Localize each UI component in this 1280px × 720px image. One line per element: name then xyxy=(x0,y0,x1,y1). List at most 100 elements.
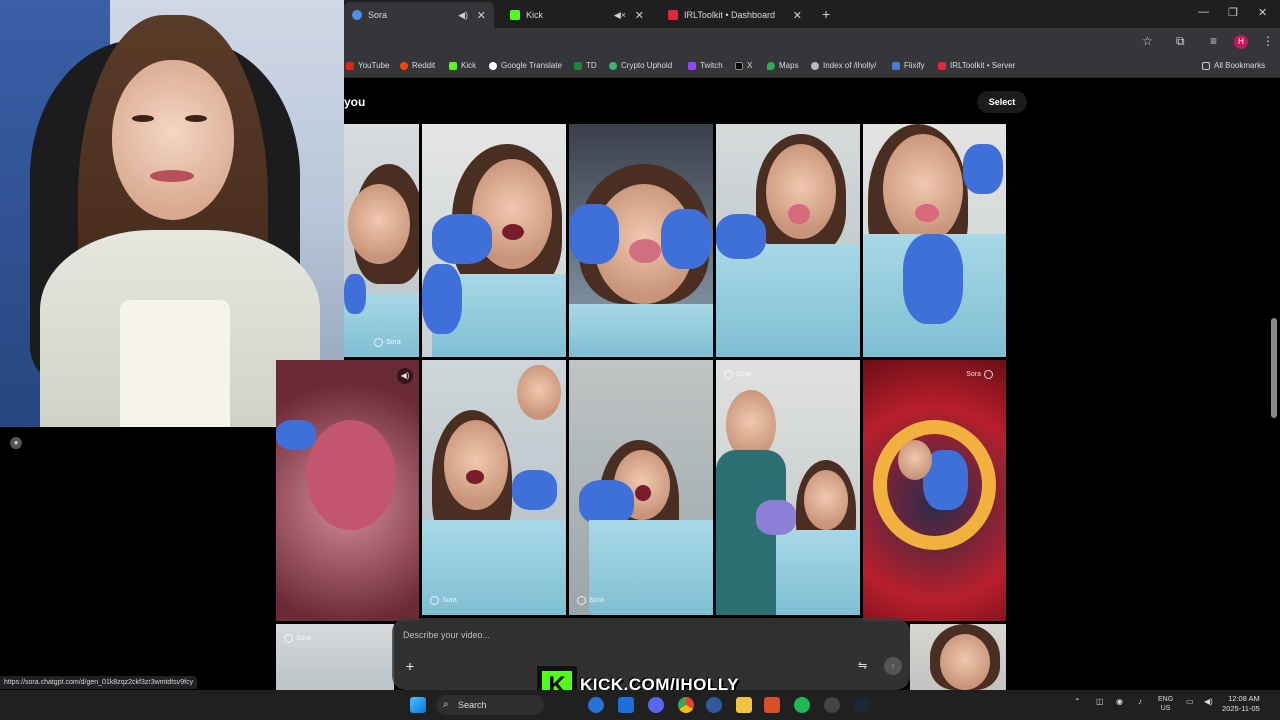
bookmark-label: YouTube xyxy=(358,61,390,70)
video-tile[interactable]: Sora xyxy=(716,360,860,615)
bookmark-maps[interactable]: Maps xyxy=(767,61,799,70)
file-explorer-icon[interactable] xyxy=(736,697,752,713)
flixify-icon xyxy=(892,61,900,70)
window-close-button[interactable]: ✕ xyxy=(1258,6,1267,19)
bookmark-label: Kick xyxy=(461,61,477,70)
bookmark-flixify[interactable]: Flixify xyxy=(892,61,924,70)
td-icon xyxy=(574,61,582,70)
clock-date: 2025-11-05 xyxy=(1222,704,1260,713)
bookmark-reddit[interactable]: Reddit xyxy=(400,61,435,70)
star-icon[interactable]: ☆ xyxy=(1142,34,1153,48)
volume-icon[interactable]: ◀) xyxy=(1204,697,1213,706)
bookmark-label: Flixify xyxy=(904,61,925,70)
store-icon[interactable] xyxy=(618,697,634,713)
video-tile[interactable]: Sora xyxy=(422,360,566,615)
bookmark-crypto-uphold[interactable]: Crypto Uphold xyxy=(609,61,672,70)
video-tile[interactable] xyxy=(863,124,1006,357)
media-controls-icon[interactable]: ≡ xyxy=(1210,34,1217,48)
video-tile[interactable] xyxy=(422,124,566,357)
video-tile[interactable]: Sora xyxy=(863,360,1006,621)
edge-icon[interactable] xyxy=(588,697,604,713)
bookmark-twitch[interactable]: Twitch xyxy=(688,61,723,70)
speaker-icon[interactable]: ◀) xyxy=(397,368,413,384)
globe-icon xyxy=(811,61,819,70)
scrollbar[interactable] xyxy=(1271,318,1277,418)
all-bookmarks[interactable]: All Bookmarks xyxy=(1202,61,1265,70)
section-title: you xyxy=(344,95,366,109)
sora-icon xyxy=(352,10,362,20)
select-button[interactable]: Select xyxy=(977,91,1027,113)
tab-kick[interactable]: Kick ◀× ✕ xyxy=(502,4,652,26)
close-icon[interactable]: ✕ xyxy=(793,9,802,22)
close-icon[interactable]: ✕ xyxy=(635,9,644,22)
video-tile[interactable]: Sora xyxy=(569,360,713,615)
minimize-button[interactable]: — xyxy=(1198,6,1209,18)
irltoolkit-icon xyxy=(668,10,678,20)
bookmark-irltoolkit-server[interactable]: IRLToolkit • Server xyxy=(938,61,1015,70)
new-tab-button[interactable]: + xyxy=(822,6,830,22)
maps-icon xyxy=(767,61,775,70)
video-tile[interactable] xyxy=(569,124,713,357)
mute-icon[interactable]: ◀× xyxy=(614,10,626,21)
add-attachment-button[interactable]: + xyxy=(402,659,418,673)
profile-avatar[interactable]: H xyxy=(1234,35,1248,49)
discord-icon[interactable] xyxy=(648,697,664,713)
microphone-icon[interactable]: ♪ xyxy=(1138,697,1142,706)
network-icon[interactable]: ▭ xyxy=(1186,697,1194,706)
tray-app-icon[interactable]: ◉ xyxy=(1116,697,1123,706)
tab-strip: Sora ◀) ✕ Kick ◀× ✕ IRLToolkit • Dashboa… xyxy=(344,0,1280,28)
spotify-icon[interactable] xyxy=(794,697,810,713)
extensions-icon[interactable]: ⧉ xyxy=(1176,34,1185,49)
bookmark-label: Crypto Uphold xyxy=(621,61,673,70)
clock-time: 12:08 AM xyxy=(1228,694,1260,703)
settings-sliders-icon[interactable]: ⇋ xyxy=(858,659,867,672)
bookmark-label: Maps xyxy=(779,61,799,70)
google-icon xyxy=(489,61,497,70)
tray-chevron-icon[interactable]: ⌃ xyxy=(1074,697,1081,706)
bookmark-label: Google Translate xyxy=(501,61,562,70)
clock[interactable]: 12:08 AM 2025-11-05 xyxy=(1222,694,1260,714)
bookmark-index[interactable]: Index of /iholly/ xyxy=(811,61,876,70)
kick-icon xyxy=(449,61,457,70)
chrome-icon[interactable] xyxy=(678,697,694,713)
video-tile[interactable] xyxy=(716,124,860,357)
tab-label: Kick xyxy=(526,10,544,20)
sora-watermark: Sora xyxy=(736,371,751,378)
windows-start-icon[interactable] xyxy=(410,697,426,713)
streaming-app-icon[interactable] xyxy=(764,697,780,713)
tab-irltoolkit[interactable]: IRLToolkit • Dashboard ✕ xyxy=(660,4,810,26)
browser-icon[interactable] xyxy=(706,697,722,713)
video-tile[interactable]: ◀) xyxy=(276,360,419,621)
address-toolbar xyxy=(344,28,1280,56)
sora-watermark: Sora xyxy=(386,339,401,346)
bookmark-label: Reddit xyxy=(412,61,436,70)
bookmark-kick[interactable]: Kick xyxy=(449,61,476,70)
streamer-face xyxy=(112,60,234,220)
menu-icon[interactable]: ⋮ xyxy=(1262,34,1274,48)
user-icon[interactable]: ● xyxy=(10,437,22,449)
bookmark-google-translate[interactable]: Google Translate xyxy=(489,61,562,70)
steam-icon[interactable] xyxy=(854,697,870,713)
folder-icon xyxy=(1202,61,1210,70)
video-tile[interactable]: Sora xyxy=(276,624,394,690)
maximize-button[interactable]: ❐ xyxy=(1228,6,1238,19)
streamer-eye xyxy=(185,115,207,122)
left-panel xyxy=(0,427,276,690)
bookmark-td[interactable]: TD xyxy=(574,61,597,70)
video-tile[interactable]: Sora xyxy=(344,124,419,357)
language-indicator[interactable]: ENG US xyxy=(1158,695,1173,713)
irltoolkit-icon xyxy=(938,61,946,70)
uphold-icon xyxy=(609,61,617,70)
video-tile[interactable] xyxy=(910,624,1006,690)
obs-icon[interactable] xyxy=(824,697,840,713)
tab-sora[interactable]: Sora ◀) ✕ xyxy=(344,2,494,28)
tab-label: Sora xyxy=(368,10,388,20)
bookmark-x[interactable]: X xyxy=(735,61,752,70)
taskbar-search[interactable]: ⌕ Search xyxy=(436,695,544,715)
bookmark-youtube[interactable]: YouTube xyxy=(346,61,389,70)
twitch-icon xyxy=(688,61,696,70)
speaker-icon[interactable]: ◀) xyxy=(458,10,468,21)
send-button[interactable]: ↑ xyxy=(884,657,902,675)
close-icon[interactable]: ✕ xyxy=(477,9,486,22)
tray-app-icon[interactable]: ◫ xyxy=(1096,697,1104,706)
